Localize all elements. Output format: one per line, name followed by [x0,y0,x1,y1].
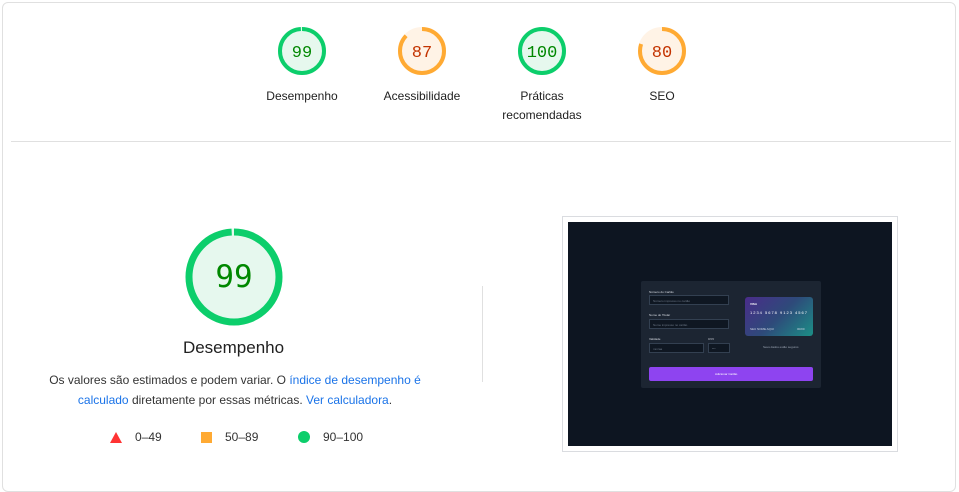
gauge-label: Acessibilidade [383,89,461,103]
score-legend: 0–49 50–89 90–100 [0,430,480,444]
placeholder: Nome impresso no cartão [653,323,688,327]
add-card-button: Adicionar Cartão [649,367,813,381]
main-score: 99 [215,259,252,295]
triangle-icon [110,431,122,443]
name-label: Nome do Titular [649,313,671,317]
gauge-accessibility[interactable]: 87 Acessibilidade [362,26,482,106]
legend-average: 50–89 [201,430,258,444]
legend-range: 0–49 [135,430,162,444]
calculator-link[interactable]: Ver calculadora [306,393,389,407]
button-label: Adicionar Cartão [715,372,738,376]
circle-icon [298,431,310,443]
screenshot-image: Número do Cartão Número impresso no cart… [568,222,892,446]
gauge-label: SEO [649,89,675,103]
card-holder: SEU NOME AQUI [750,327,775,331]
gauge-best-practices[interactable]: 100 Práticas recomendadas [482,26,602,125]
placeholder: Número impresso no cartão [653,299,691,303]
cvv-field: *** [708,343,730,353]
score-gauge: 99 [278,27,326,75]
name-field: Nome impresso no cartão [649,319,729,329]
legend-fail: 0–49 [110,430,162,444]
card-number-field: Número impresso no cartão [649,295,729,305]
card-expiry: 00/00 [797,327,805,331]
desc-text: diretamente por essas métricas. [128,393,307,407]
category-gauges: 99 Desempenho 87 Acessibilidade 100 Prát… [0,26,959,136]
gauge-seo[interactable]: 80 SEO [602,26,722,106]
square-icon [201,431,212,443]
score-description: Os valores são estimados e podem variar.… [40,370,430,410]
expiry-label: Validade [649,337,661,341]
payment-form: Número do Cartão Número impresso no cart… [641,281,821,388]
final-screenshot[interactable]: Número do Cartão Número impresso no cart… [562,216,898,452]
desc-text: Os valores são estimados e podem variar.… [49,373,290,387]
card-brand: VISA [750,302,758,306]
card-preview: VISA 1234 5678 9123 4567 SEU NOME AQUI 0… [745,297,813,336]
gauge-label: Práticas recomendadas [502,89,582,122]
legend-range: 50–89 [225,430,259,444]
card-number: 1234 5678 9123 4567 [750,310,808,315]
desc-text: . [388,393,393,407]
score-gauge: 87 [398,27,446,75]
main-title: Desempenho [182,338,285,357]
placeholder: mm/aa [653,347,663,351]
score-gauge: 100 [518,27,566,75]
expiry-field: mm/aa [649,343,704,353]
gauge-score: 80 [652,44,672,63]
score-gauge: 80 [638,27,686,75]
gauge-score: 87 [412,44,432,63]
gauge-score: 100 [527,44,558,63]
gauge-score: 99 [292,44,312,63]
legend-pass: 90–100 [298,430,363,444]
card-number-label: Número do Cartão [649,290,674,294]
vertical-divider [482,286,483,382]
cvv-label: CVV [708,337,715,341]
gauge-label: Desempenho [266,89,338,103]
placeholder: *** [712,347,716,351]
gauge-performance[interactable]: 99 Desempenho [242,26,362,106]
secure-text: Seus dados estão seguros [763,345,799,349]
legend-range: 90–100 [323,430,364,444]
header-divider [11,141,951,142]
main-score-gauge: 99 [185,228,283,326]
